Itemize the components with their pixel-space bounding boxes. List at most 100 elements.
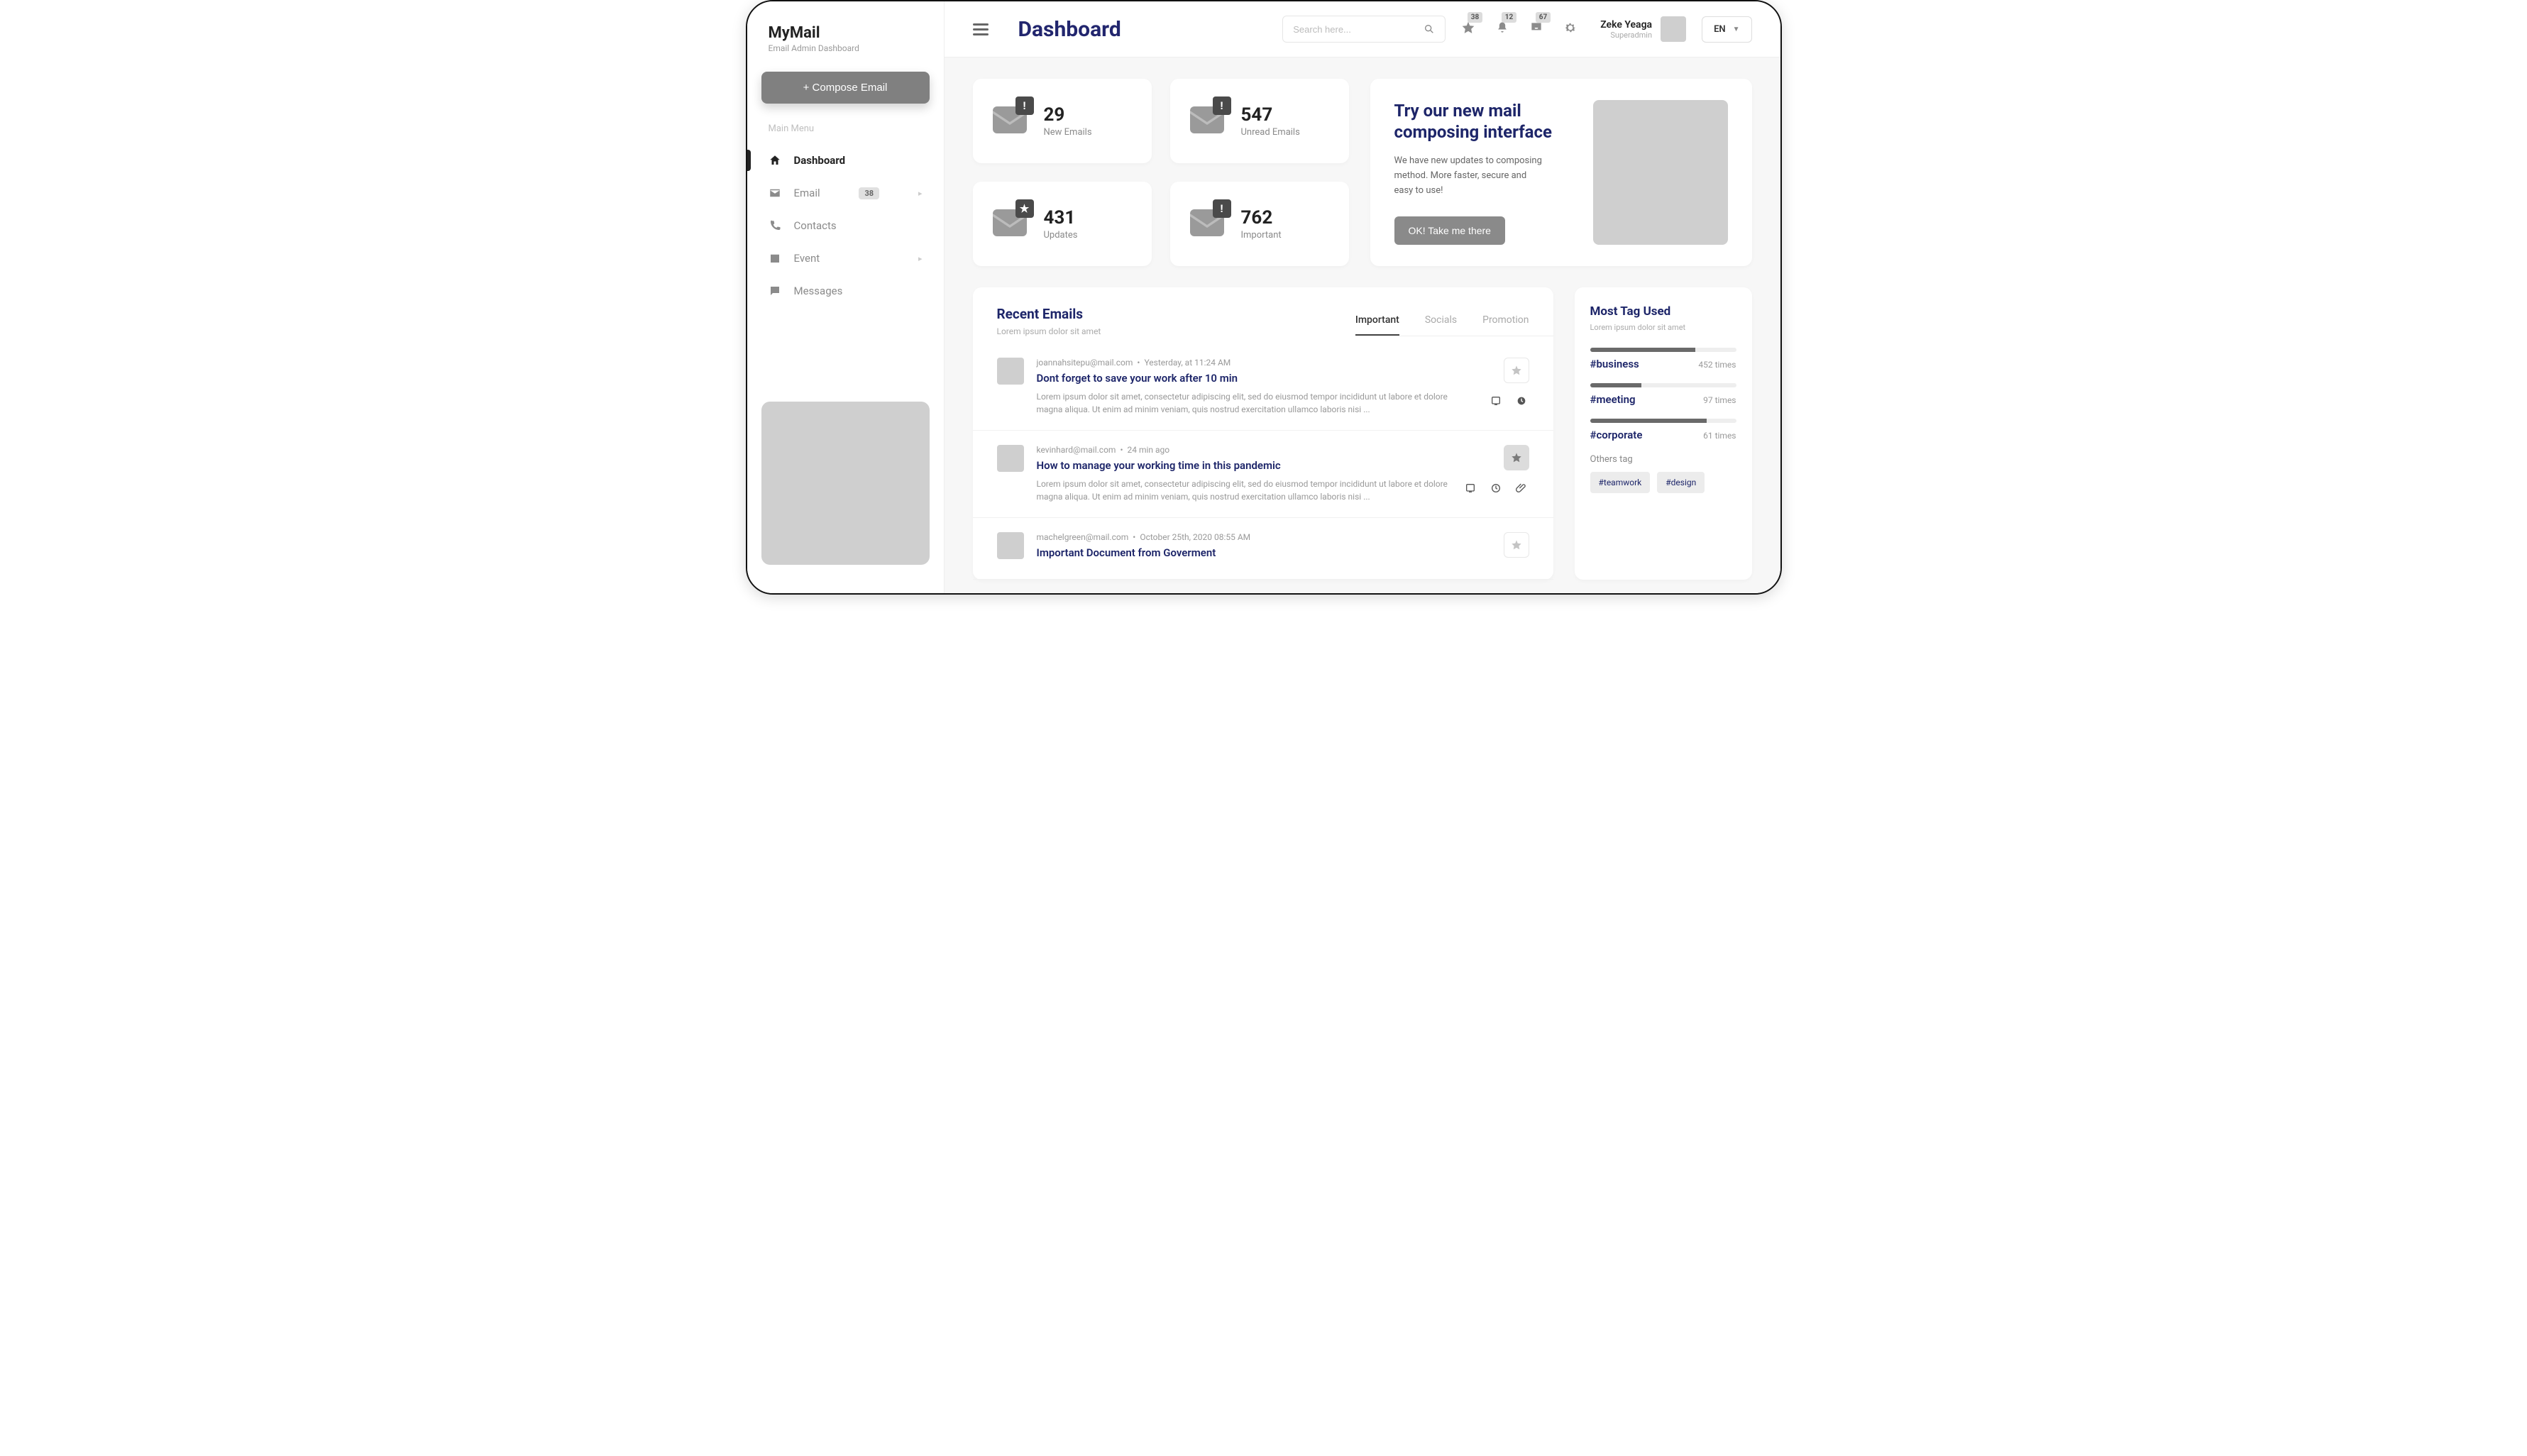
user-menu[interactable]: Zeke Yeaga Superadmin xyxy=(1600,16,1686,42)
star-icon xyxy=(1511,539,1522,551)
compose-email-button[interactable]: + Compose Email xyxy=(761,72,930,104)
clock-icon xyxy=(1488,480,1504,496)
sidebar-item-label: Dashboard xyxy=(794,154,846,167)
star-icon xyxy=(1511,365,1522,376)
brand-title: MyMail xyxy=(769,24,923,42)
sidebar-item-email[interactable]: Email 38 ▸ xyxy=(747,177,944,209)
phone-icon xyxy=(769,219,781,232)
tag-row: #business 452 times xyxy=(1590,348,1736,370)
sidebar-item-messages[interactable]: Messages xyxy=(747,275,944,307)
tag-count: 452 times xyxy=(1698,360,1736,370)
sidebar: MyMail Email Admin Dashboard + Compose E… xyxy=(747,1,945,593)
sender-avatar xyxy=(997,445,1024,472)
device-icon xyxy=(1488,393,1504,409)
sidebar-item-dashboard[interactable]: Dashboard xyxy=(747,144,944,177)
tag-name: #corporate xyxy=(1590,429,1643,441)
promo-title: Try our new mail composing interface xyxy=(1394,100,1576,143)
brand-subtitle: Email Admin Dashboard xyxy=(769,43,923,53)
recent-emails-card: Recent Emails Lorem ipsum dolor sit amet… xyxy=(973,287,1553,580)
promo-cta-button[interactable]: OK! Take me there xyxy=(1394,216,1505,245)
email-preview: Lorem ipsum dolor sit amet, consectetur … xyxy=(1037,478,1448,503)
email-tabs: Important Socials Promotion xyxy=(1355,314,1529,336)
gear-icon xyxy=(1563,21,1578,35)
star-icon xyxy=(1511,452,1522,463)
favorites-button[interactable]: 38 xyxy=(1461,21,1475,38)
star-icon xyxy=(1461,21,1475,35)
settings-button[interactable] xyxy=(1563,21,1578,38)
language-label: EN xyxy=(1714,24,1726,35)
search-input[interactable] xyxy=(1293,24,1424,35)
star-toggle[interactable] xyxy=(1504,358,1529,383)
recent-emails-subtitle: Lorem ipsum dolor sit amet xyxy=(997,326,1101,336)
others-tag-label: Others tag xyxy=(1590,454,1736,465)
email-meta: kevinhard@mail.com•24 min ago xyxy=(1037,445,1450,455)
sidebar-item-event[interactable]: Event ▸ xyxy=(747,242,944,275)
language-selector[interactable]: EN ▼ xyxy=(1702,16,1751,43)
stat-card-updates[interactable]: ★ 431 Updates xyxy=(973,182,1152,266)
user-name: Zeke Yeaga xyxy=(1600,19,1652,31)
tab-promotion[interactable]: Promotion xyxy=(1482,314,1529,336)
sidebar-item-label: Contacts xyxy=(794,219,837,232)
email-row[interactable]: machelgreen@mail.com•October 25th, 2020 … xyxy=(973,518,1553,580)
stat-card-important[interactable]: ! 762 Important xyxy=(1170,182,1349,266)
stat-card-new-emails[interactable]: ! 29 New Emails xyxy=(973,79,1152,163)
email-preview: Lorem ipsum dolor sit amet, consectetur … xyxy=(1037,390,1448,416)
email-count-badge: 38 xyxy=(859,187,879,199)
main-area: Dashboard 38 12 67 xyxy=(945,1,1780,593)
inbox-icon xyxy=(1529,21,1543,35)
tab-important[interactable]: Important xyxy=(1355,314,1399,336)
email-row[interactable]: joannahsitepu@mail.com•Yesterday, at 11:… xyxy=(973,343,1553,431)
promo-description: We have new updates to composing method.… xyxy=(1394,154,1543,198)
search-icon xyxy=(1424,23,1435,35)
stat-value: 431 xyxy=(1044,207,1078,228)
sidebar-promo-placeholder xyxy=(761,402,930,565)
menu-toggle-button[interactable] xyxy=(973,21,989,38)
email-meta: machelgreen@mail.com•October 25th, 2020 … xyxy=(1037,532,1491,542)
avatar xyxy=(1661,16,1686,42)
user-role: Superadmin xyxy=(1600,31,1652,40)
email-meta: joannahsitepu@mail.com•Yesterday, at 11:… xyxy=(1037,358,1475,368)
envelope-alert-icon: ! xyxy=(1190,106,1224,136)
stat-label: Important xyxy=(1241,230,1282,241)
sidebar-item-label: Messages xyxy=(794,285,843,297)
promo-image-placeholder xyxy=(1593,100,1728,245)
favorites-badge: 38 xyxy=(1468,12,1482,23)
stat-value: 547 xyxy=(1241,104,1300,126)
stat-label: New Emails xyxy=(1044,127,1092,138)
stat-card-unread-emails[interactable]: ! 547 Unread Emails xyxy=(1170,79,1349,163)
stat-label: Unread Emails xyxy=(1241,127,1300,138)
email-subject: Important Document from Goverment xyxy=(1037,546,1491,559)
email-subject: Dont forget to save your work after 10 m… xyxy=(1037,372,1475,385)
notifications-badge: 12 xyxy=(1502,12,1516,23)
chevron-right-icon: ▸ xyxy=(918,254,923,263)
attachment-icon xyxy=(1514,480,1529,496)
email-row[interactable]: kevinhard@mail.com•24 min ago How to man… xyxy=(973,431,1553,518)
tags-title: Most Tag Used xyxy=(1590,304,1736,319)
page-title: Dashboard xyxy=(1018,17,1121,42)
clock-icon xyxy=(1514,393,1529,409)
tag-row: #meeting97 times xyxy=(1590,383,1736,406)
tags-subtitle: Lorem ipsum dolor sit amet xyxy=(1590,323,1736,332)
menu-section-label: Main Menu xyxy=(747,123,944,134)
sidebar-item-contacts[interactable]: Contacts xyxy=(747,209,944,242)
mail-icon xyxy=(769,187,781,199)
tag-count: 61 times xyxy=(1703,431,1736,441)
search-field[interactable] xyxy=(1282,16,1446,43)
inbox-button[interactable]: 67 xyxy=(1529,21,1543,38)
tag-chip[interactable]: #teamwork xyxy=(1590,472,1651,493)
star-toggle[interactable] xyxy=(1504,532,1529,558)
tag-name: #business xyxy=(1590,358,1639,370)
calendar-icon xyxy=(769,252,781,265)
stat-label: Updates xyxy=(1044,230,1078,241)
tag-chip[interactable]: #design xyxy=(1657,472,1705,493)
tab-socials[interactable]: Socials xyxy=(1425,314,1457,336)
brand: MyMail Email Admin Dashboard xyxy=(747,24,944,53)
tag-name: #meeting xyxy=(1590,393,1636,406)
topbar-icons: 38 12 67 xyxy=(1461,21,1578,38)
notifications-button[interactable]: 12 xyxy=(1495,21,1509,38)
star-toggle[interactable] xyxy=(1504,445,1529,470)
envelope-star-icon: ★ xyxy=(993,209,1027,239)
sender-avatar xyxy=(997,532,1024,559)
sidebar-item-label: Event xyxy=(794,252,820,265)
chevron-right-icon: ▸ xyxy=(918,189,923,198)
